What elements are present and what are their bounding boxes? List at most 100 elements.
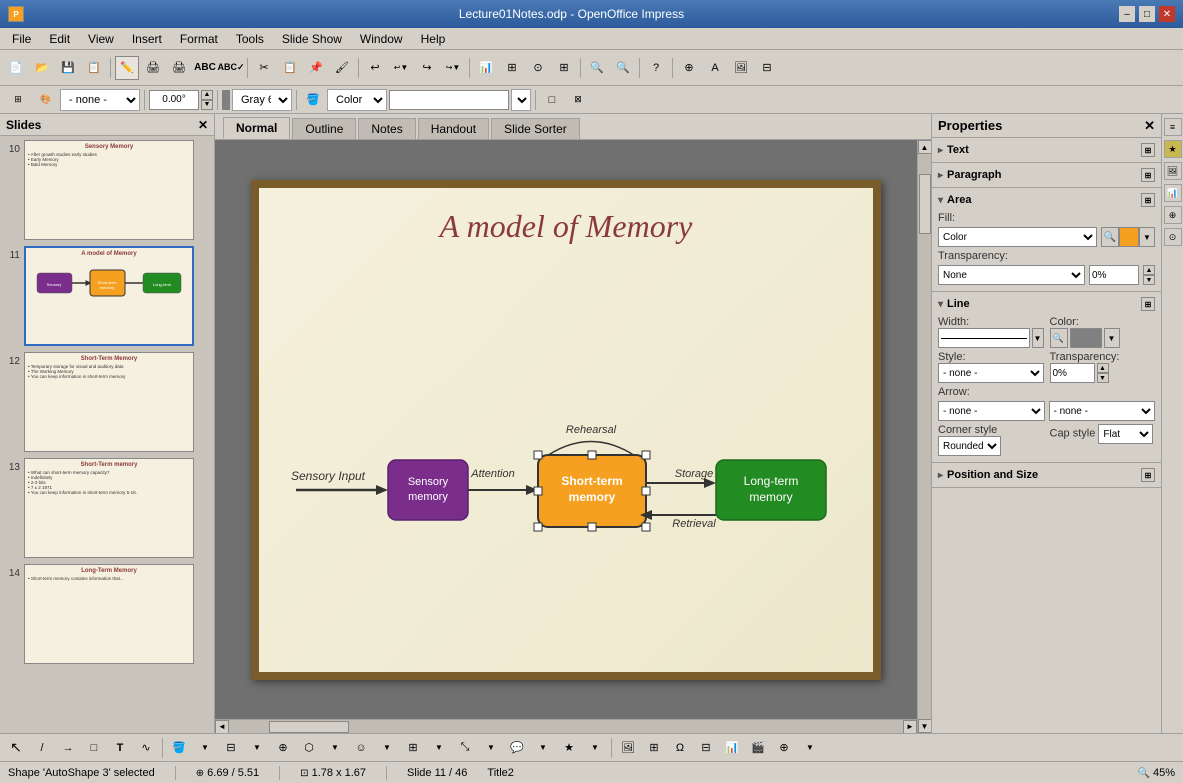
slide-thumb-13[interactable]: 13 Short-Term memory • What can short-te… (4, 458, 210, 558)
styles-button[interactable]: A (703, 56, 727, 80)
slide-edit-area[interactable]: A model of Memory Sensory Input (215, 140, 917, 719)
rs-btn-2[interactable]: ★ (1164, 140, 1182, 158)
insert-chart-button[interactable]: 📊 (720, 736, 744, 760)
maximize-button[interactable]: □ (1139, 6, 1155, 22)
text-section-header[interactable]: ▸ Text ⊞ (938, 141, 1155, 159)
paste-button[interactable]: 📌 (304, 56, 328, 80)
line-color-box[interactable] (1070, 328, 1102, 348)
scroll-thumb[interactable] (919, 174, 931, 234)
fill-bucket-button[interactable]: 🪣 (301, 88, 325, 112)
special-char-button[interactable]: Ω (668, 736, 692, 760)
copy-button[interactable]: 📋 (278, 56, 302, 80)
menu-edit[interactable]: Edit (41, 30, 78, 48)
fill-eyedropper-button[interactable]: 🔍 (1101, 227, 1119, 247)
menu-insert[interactable]: Insert (124, 30, 170, 48)
undo-drop-button[interactable]: ↩▼ (389, 56, 413, 80)
menu-help[interactable]: Help (413, 30, 454, 48)
help-button[interactable]: ? (644, 56, 668, 80)
rotation-down-button[interactable]: ▼ (201, 100, 213, 110)
format-paint-button[interactable]: 🖌 (330, 56, 354, 80)
scroll-right-button[interactable]: ► (903, 720, 917, 734)
menu-tools[interactable]: Tools (228, 30, 272, 48)
tab-notes[interactable]: Notes (358, 118, 415, 139)
fill-value-dropdown[interactable]: ▼ (511, 89, 531, 111)
curve-tool-button[interactable]: ∿ (134, 736, 158, 760)
smiley-tool-button[interactable]: ☺ (349, 736, 373, 760)
fill-dropdown[interactable]: Color (327, 89, 387, 111)
controls-button[interactable]: ⊞ (552, 56, 576, 80)
edit-mode-button[interactable]: ✏️ (115, 56, 139, 80)
redo-button[interactable]: ↪ (415, 56, 439, 80)
fill-drop-button[interactable]: ▼ (193, 736, 217, 760)
tab-outline[interactable]: Outline (292, 118, 356, 139)
tab-handout[interactable]: Handout (418, 118, 489, 139)
fill-type-select[interactable]: Color Gradient Hatching Bitmap (938, 227, 1097, 247)
color-name-dropdown[interactable]: Gray 6 (232, 89, 292, 111)
smiley-drop-button[interactable]: ▼ (375, 736, 399, 760)
find-button[interactable]: 🔍 (585, 56, 609, 80)
menu-window[interactable]: Window (352, 30, 411, 48)
slides-panel-close[interactable]: ✕ (198, 118, 208, 132)
shadow-drop-button[interactable]: ▼ (245, 736, 269, 760)
fill-color-dropdown-button[interactable]: ▼ (1139, 227, 1155, 247)
fill-color-button[interactable] (1119, 227, 1139, 247)
transparency-down-button[interactable]: ▼ (1143, 275, 1155, 285)
connector-drop-button[interactable]: ▼ (427, 736, 451, 760)
callout-drop-button[interactable]: ▼ (531, 736, 555, 760)
menu-format[interactable]: Format (172, 30, 226, 48)
transparency-type-select[interactable]: None Linear Radial (938, 265, 1085, 285)
line-trans-down-button[interactable]: ▼ (1097, 373, 1109, 383)
image-tool-button[interactable]: 🖼 (616, 736, 640, 760)
crop-button[interactable]: ⊠ (566, 88, 590, 112)
line-transparency-input[interactable] (1050, 363, 1095, 383)
table-tool-button[interactable]: ⊞ (642, 736, 666, 760)
save-as-button[interactable]: 📋 (82, 56, 106, 80)
polygon-tool-button[interactable]: ⬡ (297, 736, 321, 760)
save-button[interactable]: 💾 (56, 56, 80, 80)
undo-button[interactable]: ↩ (363, 56, 387, 80)
rs-btn-5[interactable]: ⊕ (1164, 206, 1182, 224)
position-size-section-header[interactable]: ▸ Position and Size ⊞ (938, 466, 1155, 484)
line-section-header[interactable]: ▾ Line ⊞ (938, 295, 1155, 313)
select-tool-button[interactable]: ↖ (4, 736, 28, 760)
stars-tool-button[interactable]: ★ (557, 736, 581, 760)
scroll-up-button[interactable]: ▲ (918, 140, 932, 154)
slide-thumb-10[interactable]: 10 Sensory Memory • After growth studies… (4, 140, 210, 240)
scroll-down-button[interactable]: ▼ (918, 719, 932, 733)
tab-normal[interactable]: Normal (223, 117, 290, 139)
database-button[interactable]: ⊟ (755, 56, 779, 80)
paragraph-section-options[interactable]: ⊞ (1141, 168, 1155, 182)
rotation-up-button[interactable]: ▲ (201, 90, 213, 100)
minimize-button[interactable]: – (1119, 6, 1135, 22)
theme-button[interactable]: 🎨 (34, 88, 58, 112)
line-trans-up-button[interactable]: ▲ (1097, 363, 1109, 373)
cap-style-select[interactable]: Flat Round Square (1098, 424, 1153, 444)
slide-preview-14[interactable]: Long-Term Memory • Short-term memory con… (24, 564, 194, 664)
line-tool-button[interactable]: / (30, 736, 54, 760)
zoom-button[interactable]: 🔍 (611, 56, 635, 80)
table-button[interactable]: ⊞ (500, 56, 524, 80)
position-size-options[interactable]: ⊞ (1141, 468, 1155, 482)
print-button[interactable]: 🖨 (167, 56, 191, 80)
arrow-end-select[interactable]: - none - Arrow Circle (1049, 401, 1156, 421)
slide-preview-10[interactable]: Sensory Memory • After growth studies ea… (24, 140, 194, 240)
shadow-button[interactable]: □ (540, 88, 564, 112)
slide-preview-12[interactable]: Short-Term Memory • Temporary storage fo… (24, 352, 194, 452)
redo-drop-button[interactable]: ↪▼ (441, 56, 465, 80)
line-style-select[interactable]: - none - (938, 363, 1044, 383)
cut-button[interactable]: ✂ (252, 56, 276, 80)
text-section-options[interactable]: ⊞ (1141, 143, 1155, 157)
rs-btn-4[interactable]: 📊 (1164, 184, 1182, 202)
print-preview-button[interactable]: 🖨 (141, 56, 165, 80)
style-dropdown[interactable]: - none - (60, 89, 140, 111)
zoom-pan-button[interactable]: ⊕ (772, 736, 796, 760)
line-width-sample[interactable] (938, 328, 1030, 348)
arrow-start-select[interactable]: - none - Arrow Circle (938, 401, 1045, 421)
object-button[interactable]: ⊙ (526, 56, 550, 80)
line-color-eyedropper[interactable]: 🔍 (1050, 328, 1068, 348)
paragraph-section-header[interactable]: ▸ Paragraph ⊞ (938, 166, 1155, 184)
new-button[interactable]: 📄 (4, 56, 28, 80)
slide-thumb-11[interactable]: 11 A model of Memory Sensory Short-term … (4, 246, 210, 346)
slide-canvas[interactable]: A model of Memory Sensory Input (251, 180, 881, 680)
slide-layout-button[interactable]: ⊞ (4, 88, 32, 112)
